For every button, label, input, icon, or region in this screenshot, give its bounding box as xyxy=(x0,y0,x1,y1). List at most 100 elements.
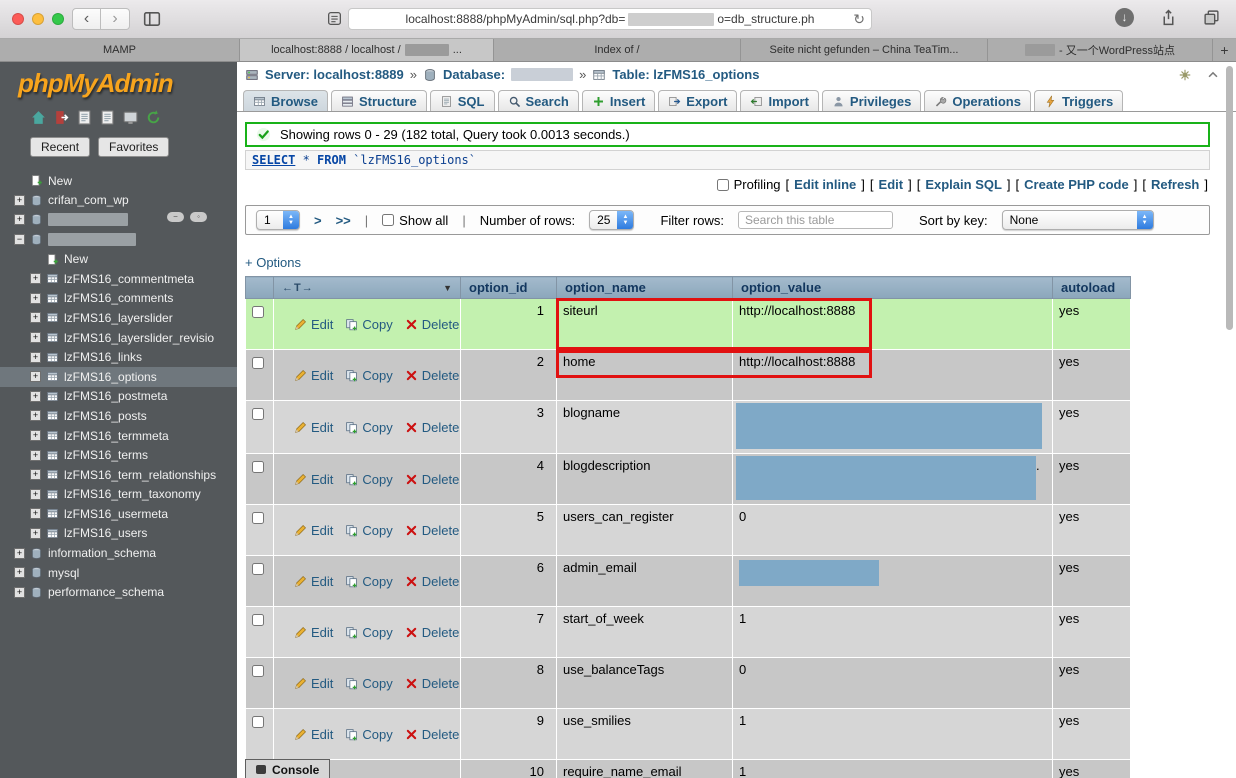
expand-icon[interactable]: + xyxy=(30,449,41,461)
breadcrumb-server[interactable]: Server: localhost:8889 xyxy=(265,67,404,82)
copy-button[interactable]: Copy xyxy=(345,727,393,742)
page-settings-icon[interactable] xyxy=(1178,68,1192,82)
breadcrumb-database[interactable]: Database: xyxy=(443,67,505,82)
expand-icon[interactable]: + xyxy=(30,527,41,539)
new-tab-button[interactable]: + xyxy=(1213,39,1236,61)
header-option-value[interactable]: option_value xyxy=(732,276,1053,299)
tree-item-information-schema[interactable]: + information_schema xyxy=(0,543,237,563)
collapse-all-icon[interactable]: − xyxy=(167,212,184,222)
edit-button[interactable]: Edit xyxy=(294,523,333,538)
tab-triggers[interactable]: Triggers xyxy=(1033,90,1124,111)
zoom-window-button[interactable] xyxy=(52,13,64,25)
row-checkbox[interactable] xyxy=(251,305,264,318)
sql-docs-icon[interactable] xyxy=(99,109,116,127)
tree-item-database[interactable]: + crifan_com_wp xyxy=(0,191,237,211)
expand-icon[interactable]: + xyxy=(30,312,41,324)
tree-item-new-database[interactable]: New xyxy=(0,171,237,191)
edit-button[interactable]: Edit xyxy=(294,625,333,640)
refresh-link[interactable]: Refresh xyxy=(1151,177,1199,192)
minimize-window-button[interactable] xyxy=(32,13,44,25)
expand-icon[interactable]: + xyxy=(30,390,41,402)
recent-button[interactable]: Recent xyxy=(30,137,91,157)
copy-button[interactable]: Copy xyxy=(345,472,393,487)
tree-item-new-table[interactable]: New xyxy=(0,249,237,269)
reload-navigation-icon[interactable] xyxy=(145,109,162,127)
copy-button[interactable]: Copy xyxy=(345,676,393,691)
browser-tab-phpmyadmin[interactable]: localhost:8888 / localhost / ... xyxy=(240,39,494,61)
options-toggle-link[interactable]: + Options xyxy=(245,255,1210,270)
browser-tab-wordpress[interactable]: - 又一个WordPress站点 xyxy=(988,39,1213,61)
delete-button[interactable]: Delete xyxy=(405,676,459,691)
column-move-icon[interactable]: ←T→ xyxy=(282,282,314,294)
tab-operations[interactable]: Operations xyxy=(924,90,1031,111)
delete-button[interactable]: Delete xyxy=(405,368,459,383)
filter-tree-icon[interactable]: ◦ xyxy=(190,212,207,222)
tab-insert[interactable]: Insert xyxy=(581,90,656,111)
header-autoload[interactable]: autoload xyxy=(1052,276,1131,299)
edit-inline-link[interactable]: Edit inline xyxy=(794,177,856,192)
downloads-icon[interactable]: ↓ xyxy=(1115,8,1134,27)
tab-sql[interactable]: SQL xyxy=(429,90,495,111)
row-checkbox[interactable] xyxy=(251,664,264,677)
edit-button[interactable]: Edit xyxy=(294,472,333,487)
console-button[interactable]: Console xyxy=(245,759,331,778)
tree-item-table-options[interactable]: + lzFMS16_options xyxy=(0,366,237,387)
copy-button[interactable]: Copy xyxy=(345,625,393,640)
edit-button[interactable]: Edit xyxy=(294,727,333,742)
expand-icon[interactable]: + xyxy=(30,273,41,285)
tree-item-table-usermeta[interactable]: + lzFMS16_usermeta xyxy=(0,504,237,524)
settings-icon[interactable] xyxy=(122,109,139,127)
tree-item-table-commentmeta[interactable]: + lzFMS16_commentmeta xyxy=(0,269,237,289)
next-page-button[interactable]: > xyxy=(314,213,322,228)
sort-by-key-select[interactable]: None ▲ ▼ xyxy=(1001,210,1154,230)
tree-item-table-comments[interactable]: + lzFMS16_comments xyxy=(0,289,237,309)
copy-button[interactable]: Copy xyxy=(345,368,393,383)
tree-item-table-term-relationships[interactable]: + lzFMS16_term_relationships xyxy=(0,465,237,485)
num-rows-select[interactable]: 25 ▲ ▼ xyxy=(589,210,635,230)
copy-button[interactable]: Copy xyxy=(345,420,393,435)
delete-button[interactable]: Delete xyxy=(405,472,459,487)
row-checkbox[interactable] xyxy=(251,460,264,473)
expand-icon[interactable]: + xyxy=(30,430,41,442)
row-checkbox[interactable] xyxy=(251,715,264,728)
pma-logo[interactable]: phpMyAdmin xyxy=(0,62,237,99)
tree-item-table-term-taxonomy[interactable]: + lzFMS16_term_taxonomy xyxy=(0,485,237,505)
edit-button[interactable]: Edit xyxy=(294,574,333,589)
edit-button[interactable]: Edit xyxy=(294,676,333,691)
logout-icon[interactable] xyxy=(53,109,70,127)
reload-icon[interactable]: ↻ xyxy=(853,11,865,28)
collapse-icon[interactable]: − xyxy=(14,234,25,246)
last-page-button[interactable]: >> xyxy=(336,213,351,228)
header-option-id[interactable]: option_id xyxy=(460,276,557,299)
share-icon[interactable] xyxy=(1160,9,1177,27)
tree-item-performance-schema[interactable]: + performance_schema xyxy=(0,582,237,602)
column-filter-caret-icon[interactable]: ▼ xyxy=(443,283,452,293)
back-button[interactable]: ‹ xyxy=(72,8,101,30)
delete-button[interactable]: Delete xyxy=(405,523,459,538)
profiling-checkbox[interactable] xyxy=(716,178,729,191)
row-checkbox[interactable] xyxy=(251,511,264,524)
tab-browse[interactable]: Browse xyxy=(243,90,328,111)
tab-export[interactable]: Export xyxy=(658,90,738,111)
row-checkbox[interactable] xyxy=(251,356,264,369)
tree-item-table-posts[interactable]: + lzFMS16_posts xyxy=(0,406,237,426)
address-bar[interactable]: localhost:8888/phpMyAdmin/sql.php?db= o=… xyxy=(348,8,872,30)
tab-privileges[interactable]: Privileges xyxy=(821,90,922,111)
forward-button[interactable]: › xyxy=(101,8,130,30)
expand-icon[interactable]: + xyxy=(30,508,41,520)
expand-icon[interactable]: + xyxy=(14,214,25,226)
close-window-button[interactable] xyxy=(12,13,24,25)
window-scrollbar-thumb[interactable] xyxy=(1226,66,1233,330)
tree-item-mysql[interactable]: + mysql xyxy=(0,563,237,583)
delete-button[interactable]: Delete xyxy=(405,625,459,640)
copy-button[interactable]: Copy xyxy=(345,317,393,332)
edit-button[interactable]: Edit xyxy=(294,368,333,383)
expand-icon[interactable]: + xyxy=(30,292,41,304)
filter-rows-input[interactable] xyxy=(738,211,893,229)
scroll-top-icon[interactable] xyxy=(1206,68,1220,82)
browser-tab-mamp[interactable]: MAMP xyxy=(0,39,240,61)
reader-view-icon[interactable] xyxy=(326,10,343,28)
tab-import[interactable]: Import xyxy=(740,90,819,111)
tree-item-table-links[interactable]: + lzFMS16_links xyxy=(0,347,237,367)
delete-button[interactable]: Delete xyxy=(405,727,459,742)
